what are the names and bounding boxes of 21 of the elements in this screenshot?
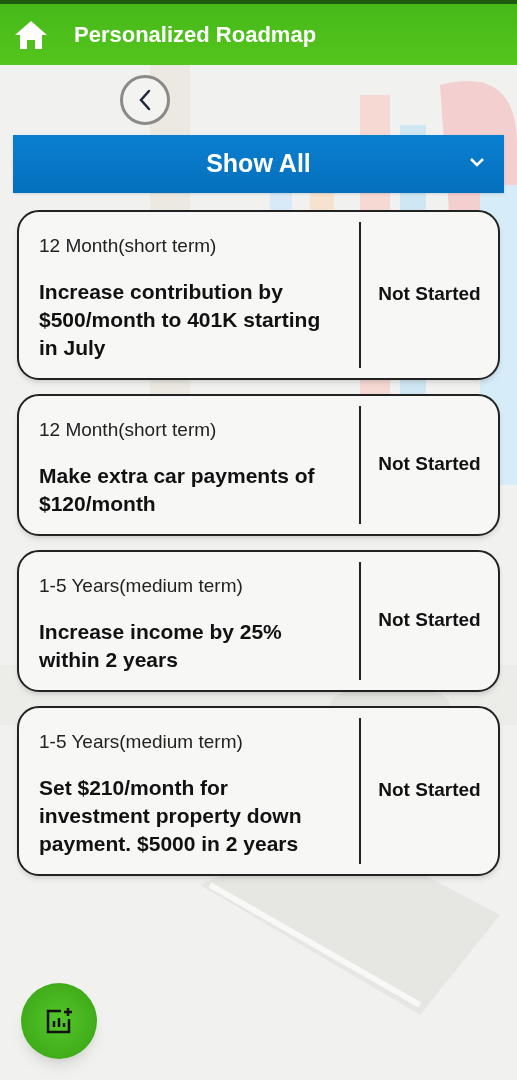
goal-status: Not Started bbox=[378, 777, 481, 802]
goal-title: Increase income by 25% within 2 years bbox=[39, 619, 283, 673]
goal-card[interactable]: 12 Month(short term) Make extra car payments of $120/month Not Started bbox=[17, 394, 500, 536]
goal-term: 1-5 Years(medium term) bbox=[39, 574, 244, 598]
goal-term: 12 Month(short term) bbox=[39, 234, 218, 258]
goal-status: Not Started bbox=[378, 451, 481, 476]
goal-title: Make extra car payments of $120/month bbox=[39, 463, 316, 517]
page-title: Personalized Roadmap bbox=[74, 21, 317, 49]
chevron-left-icon bbox=[138, 89, 152, 111]
goal-card[interactable]: 1-5 Years(medium term) Increase income by 25% within 2 years Not Started bbox=[17, 550, 500, 692]
goal-status: Not Started bbox=[378, 607, 481, 632]
goal-term: 12 Month(short term) bbox=[39, 418, 218, 442]
goal-card[interactable]: 1-5 Years(medium term) Set $210/month for investment property down payment. $5000 in 2 years Not Started bbox=[17, 706, 500, 876]
goal-title: Set $210/month for investment property down payment. $5000 in 2 years bbox=[39, 775, 303, 857]
filter-dropdown[interactable]: Show All bbox=[13, 135, 504, 193]
add-chart-icon bbox=[45, 1007, 73, 1035]
goal-title: Increase contribution by $500/month to 401K starting in July bbox=[39, 279, 322, 361]
goal-card[interactable]: 12 Month(short term) Increase contribution by $500/month to 401K starting in July Not Started bbox=[17, 210, 500, 380]
goal-status: Not Started bbox=[378, 281, 481, 306]
goal-term: 1-5 Years(medium term) bbox=[39, 730, 244, 754]
chevron-down-icon bbox=[469, 157, 485, 167]
